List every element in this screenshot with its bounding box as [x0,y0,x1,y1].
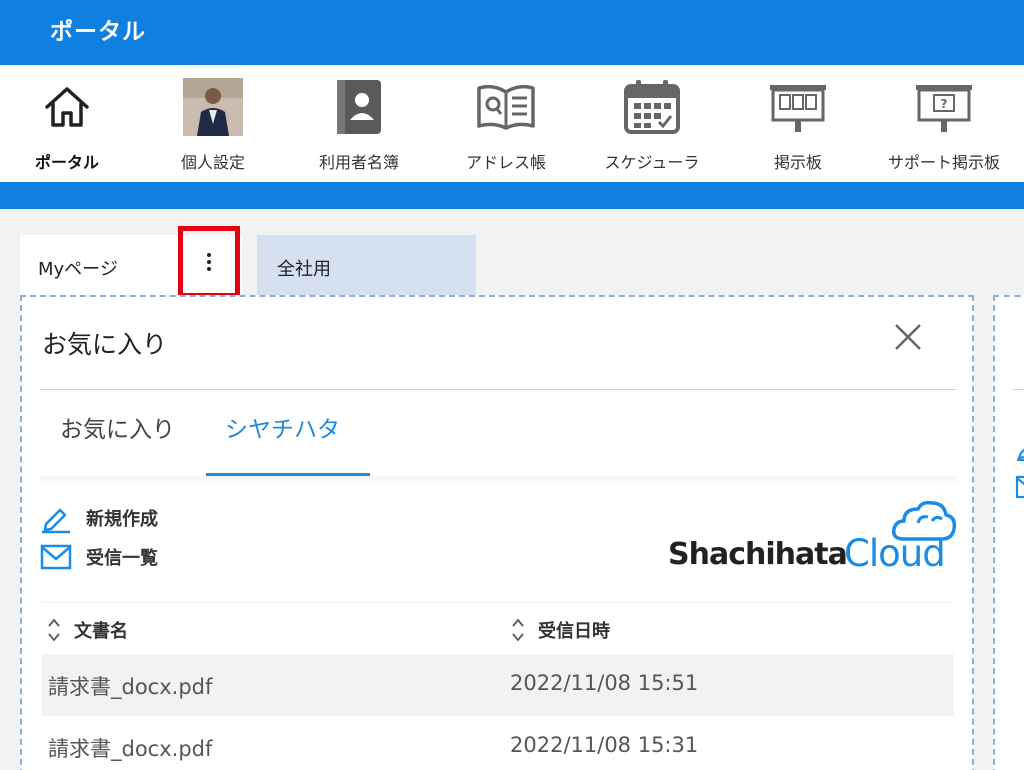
tab-company[interactable]: 全社用 [257,235,476,295]
favorites-widget: お気に入り お気に入り シヤチハタ 新規作成 受信一覧 Shachihata C… [20,295,974,770]
mail-icon [1015,475,1024,499]
nav-label: 掲示板 [773,153,822,172]
second-widget-partial [993,295,1024,770]
sort-icon [512,617,524,643]
received-date-cell: 2022/11/08 15:31 [510,733,699,757]
home-icon [35,75,99,139]
nav-item-user-directory[interactable]: 利用者名簿 [289,65,429,182]
nav-item-address-book[interactable]: アドレス帳 [436,65,576,182]
inbox-list-label: 受信一覧 [86,548,158,569]
support-board-icon: ? [912,75,976,139]
calendar-icon [620,75,684,139]
tab-bar-shadow [40,476,956,484]
table-header: 文書名 受信日時 [42,602,954,654]
document-name-cell: 請求書_docx.pdf [48,675,213,699]
logo-word-cloud: Cloud [844,532,946,575]
received-date-cell: 2022/11/08 15:51 [510,671,699,695]
nav-bottom-strip [0,182,1024,209]
nav-item-personal-settings[interactable]: 個人設定 [143,65,283,182]
nav-label: サポート掲示板 [887,153,1000,172]
logo-word-shachihata: Shachihata [668,537,848,572]
table-row[interactable]: 請求書_docx.pdf 2022/11/08 15:51 [42,654,954,716]
subtab-favorites[interactable]: お気に入り [60,410,175,444]
tab-my-page-label: Myページ [38,259,118,280]
tab-menu-button[interactable] [178,226,240,298]
divider [40,389,956,390]
nav-label: 個人設定 [180,153,245,172]
new-document-label: 新規作成 [86,509,158,530]
nav-item-scheduler[interactable]: スケジューラ [582,65,722,182]
close-icon [895,324,921,350]
address-book-icon [474,75,538,139]
subtab-shachihata[interactable]: シヤチハタ [225,410,340,444]
kebab-menu-icon [207,253,211,271]
app-title: ポータル [50,19,146,45]
app-nav: ポータル 個人設定 利用者名簿 アドレス帳 スケジューラ 掲示板 ? サポート掲… [0,65,1024,182]
column-header-document-name[interactable]: 文書名 [48,617,128,643]
nav-label: 利用者名簿 [318,153,399,172]
user-photo-avatar [181,75,245,139]
close-button[interactable] [890,319,926,355]
inbox-list-link[interactable]: 受信一覧 [40,540,158,574]
contact-book-icon [327,75,391,139]
widget-title: お気に入り [42,330,168,359]
table-row[interactable]: 請求書_docx.pdf 2022/11/08 15:31 [42,716,954,770]
divider [1013,389,1024,390]
documents-table: 文書名 受信日時 請求書_docx.pdf 2022/11/08 15:51 請… [42,602,954,770]
bulletin-board-icon [766,75,830,139]
shachihata-cloud-logo: Shachihata Cloud [668,499,960,581]
pencil-icon [42,508,70,534]
column-header-label: 受信日時 [538,621,610,642]
top-bar: ポータル [0,0,1024,65]
nav-item-portal[interactable]: ポータル [0,65,137,182]
sort-icon [48,617,60,643]
tab-company-label: 全社用 [277,259,331,280]
nav-label: ポータル [34,153,99,172]
svg-text:?: ? [941,97,948,111]
pencil-icon [1017,448,1024,461]
nav-label: スケジューラ [604,153,700,172]
column-header-received-date[interactable]: 受信日時 [512,617,610,643]
nav-item-support-board[interactable]: ? サポート掲示板 [874,65,1014,182]
nav-item-bulletin-board[interactable]: 掲示板 [728,65,868,182]
new-document-link[interactable]: 新規作成 [40,501,158,535]
nav-label: アドレス帳 [465,153,546,172]
mail-icon [40,544,72,570]
document-name-cell: 請求書_docx.pdf [48,737,213,761]
column-header-label: 文書名 [74,621,128,642]
